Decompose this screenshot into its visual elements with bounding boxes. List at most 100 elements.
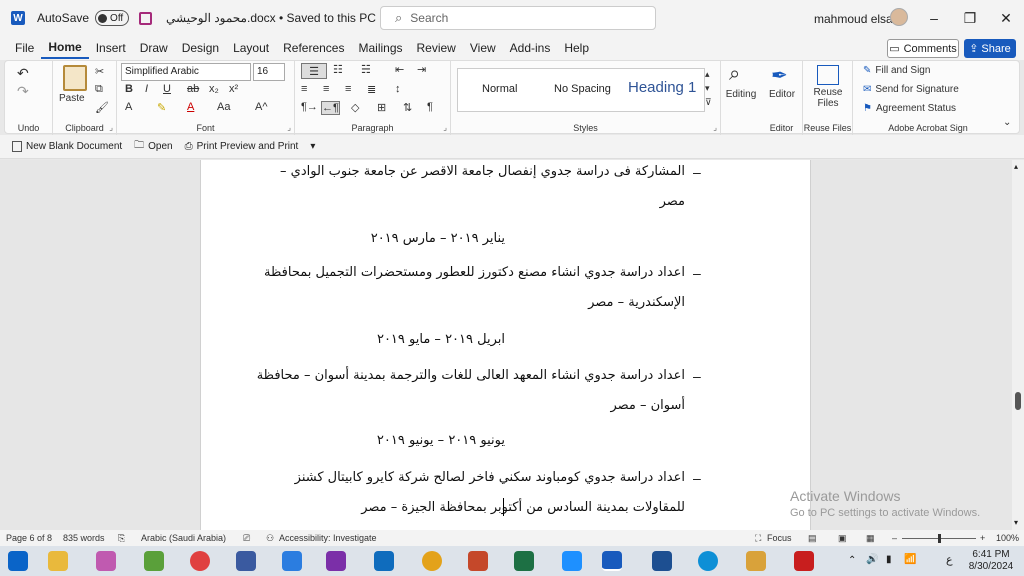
tray-chevron-icon[interactable]: ⌃ xyxy=(848,555,856,566)
decrease-indent-icon[interactable]: ⇤ xyxy=(395,63,404,76)
edge-icon[interactable] xyxy=(698,551,718,571)
strikethrough-icon[interactable]: ab xyxy=(187,83,199,95)
borders-icon[interactable]: ⊞ xyxy=(377,101,386,114)
undo-icon[interactable]: ↶ xyxy=(17,65,29,82)
onenote-icon[interactable] xyxy=(326,551,346,571)
tab-draw[interactable]: Draw xyxy=(133,36,175,60)
entry-4-line-1[interactable]: اعداد دراسة جدوي كومباوند سكني فاخر لصال… xyxy=(295,470,685,485)
app-icon[interactable] xyxy=(96,551,116,571)
powerpoint-icon[interactable] xyxy=(468,551,488,571)
minimize-icon[interactable]: – xyxy=(924,8,944,28)
entry-3-date[interactable]: يونيو ٢٠١٩ – يونيو ٢٠١٩ xyxy=(377,433,505,448)
scroll-thumb[interactable] xyxy=(1015,392,1021,410)
font-launcher-icon[interactable]: ⌟ xyxy=(287,123,291,132)
cut-icon[interactable]: ✂ xyxy=(95,65,104,78)
send-for-signature-button[interactable]: ✉ Send for Signature xyxy=(863,84,959,95)
align-left-icon[interactable]: ≡ xyxy=(301,83,307,95)
close-icon[interactable]: ✕ xyxy=(996,8,1016,28)
entry-1-line-2[interactable]: مصر xyxy=(660,194,685,209)
chrome-icon[interactable] xyxy=(422,551,442,571)
paste-label[interactable]: Paste xyxy=(59,93,85,104)
ltr-icon[interactable]: ¶→ xyxy=(301,101,318,113)
web-layout-icon[interactable]: ▦ xyxy=(866,533,875,544)
excel-icon[interactable] xyxy=(514,551,534,571)
zoom-level[interactable]: 100% xyxy=(996,533,1019,543)
editor-button[interactable]: Editor xyxy=(761,89,803,100)
tab-add-ins[interactable]: Add-ins xyxy=(503,36,558,60)
teamviewer-icon[interactable] xyxy=(282,551,302,571)
avatar[interactable] xyxy=(890,8,908,26)
subscript-icon[interactable]: x₂ xyxy=(209,83,219,95)
app-icon[interactable] xyxy=(562,551,582,571)
app-icon[interactable] xyxy=(746,551,766,571)
superscript-icon[interactable]: x² xyxy=(229,83,238,95)
align-center-icon[interactable]: ≡ xyxy=(323,83,329,95)
entry-3-line-2[interactable]: أسوان – مصر xyxy=(610,398,685,413)
styles-launcher-icon[interactable]: ⌟ xyxy=(713,123,717,132)
grow-font-icon[interactable]: A^ xyxy=(255,101,268,113)
network-icon[interactable]: 📶 xyxy=(904,554,916,565)
redo-icon[interactable]: ↷ xyxy=(17,83,29,100)
volume-icon[interactable]: 🔊 xyxy=(866,554,878,565)
tab-review[interactable]: Review xyxy=(410,36,463,60)
scroll-down-icon[interactable]: ▾ xyxy=(1014,518,1018,527)
font-size-select[interactable]: 16 xyxy=(253,63,285,81)
new-blank-document-button[interactable]: New Blank Document xyxy=(12,141,122,152)
tab-home[interactable]: Home xyxy=(41,37,89,59)
open-button[interactable]: 🗀 Open xyxy=(134,138,172,155)
track-changes-icon[interactable]: ⎚ xyxy=(243,533,250,544)
autosave-toggle[interactable]: Off xyxy=(95,10,130,26)
reuse-files-icon[interactable] xyxy=(817,65,839,85)
line-spacing-icon[interactable]: ↕ xyxy=(395,83,401,95)
accessibility-status[interactable]: Accessibility: Investigate xyxy=(279,533,377,543)
editor-pen-icon[interactable]: ✒ xyxy=(771,63,788,88)
paragraph-launcher-icon[interactable]: ⌟ xyxy=(443,123,447,132)
document-page[interactable]: – المشاركة فى دراسة جدوي إنفصال جامعة ال… xyxy=(200,160,811,530)
app-icon[interactable] xyxy=(652,551,672,571)
windows-start-icon[interactable] xyxy=(8,551,28,571)
sort-icon[interactable]: ⇅ xyxy=(403,101,412,114)
fill-and-sign-button[interactable]: ✎ Fill and Sign xyxy=(863,65,930,76)
battery-icon[interactable]: ▮ xyxy=(886,554,892,565)
style-no-spacing[interactable]: No Spacing xyxy=(554,83,611,95)
zoom-in-icon[interactable]: + xyxy=(980,533,985,543)
tab-design[interactable]: Design xyxy=(175,36,226,60)
increase-indent-icon[interactable]: ⇥ xyxy=(417,63,426,76)
numbering-icon[interactable]: ☷ xyxy=(333,63,343,76)
app-icon[interactable] xyxy=(144,551,164,571)
entry-2-date[interactable]: ابريل ٢٠١٩ – مايو ٢٠١٩ xyxy=(377,332,505,347)
save-icon[interactable] xyxy=(139,11,153,25)
font-name-select[interactable]: Simplified Arabic xyxy=(121,63,251,81)
focus-button[interactable]: Focus xyxy=(767,533,792,543)
entry-3-line-1[interactable]: اعداد دراسة جدوي انشاء المعهد العالى للغ… xyxy=(257,368,685,383)
tab-references[interactable]: References xyxy=(276,36,351,60)
entry-1-line-1[interactable]: المشاركة فى دراسة جدوي إنفصال جامعة الاق… xyxy=(280,164,685,179)
page-count[interactable]: Page 6 of 8 xyxy=(6,533,52,543)
tab-help[interactable]: Help xyxy=(557,36,596,60)
acrobat-icon[interactable] xyxy=(794,551,814,571)
tab-file[interactable]: File xyxy=(8,36,41,60)
customize-qat-icon[interactable]: ▾ xyxy=(310,141,315,152)
print-preview-button[interactable]: ⎙ Print Preview and Print xyxy=(185,141,299,152)
comments-button[interactable]: ▭ Comments xyxy=(887,39,959,58)
tab-view[interactable]: View xyxy=(463,36,503,60)
app-icon[interactable] xyxy=(190,551,210,571)
input-language[interactable]: ع xyxy=(946,553,953,566)
proofing-icon[interactable]: ⎘ xyxy=(118,533,125,544)
text-effects-icon[interactable]: A xyxy=(125,101,132,113)
editing-label[interactable]: Editing xyxy=(721,89,761,100)
italic-icon[interactable]: I xyxy=(145,83,148,95)
clipboard-launcher-icon[interactable]: ⌟ xyxy=(109,123,113,132)
search-box[interactable]: ⌕ Search xyxy=(380,6,656,30)
change-case-icon[interactable]: Aa xyxy=(217,101,230,113)
bullets-icon[interactable]: ☰ xyxy=(301,63,327,79)
tab-mailings[interactable]: Mailings xyxy=(351,36,409,60)
styles-more-icon[interactable]: ⊽ xyxy=(705,97,712,108)
maximize-icon[interactable]: ❐ xyxy=(960,8,980,28)
read-mode-icon[interactable]: ▤ xyxy=(808,533,817,544)
user-name[interactable]: mahmoud elsaid xyxy=(814,12,902,26)
word-taskbar-icon[interactable] xyxy=(602,551,622,571)
app-icon[interactable] xyxy=(236,551,256,571)
document-title[interactable]: محمود الوحيشي.docx • Saved to this PC xyxy=(166,11,376,25)
style-heading-1[interactable]: Heading 1 xyxy=(628,79,696,96)
